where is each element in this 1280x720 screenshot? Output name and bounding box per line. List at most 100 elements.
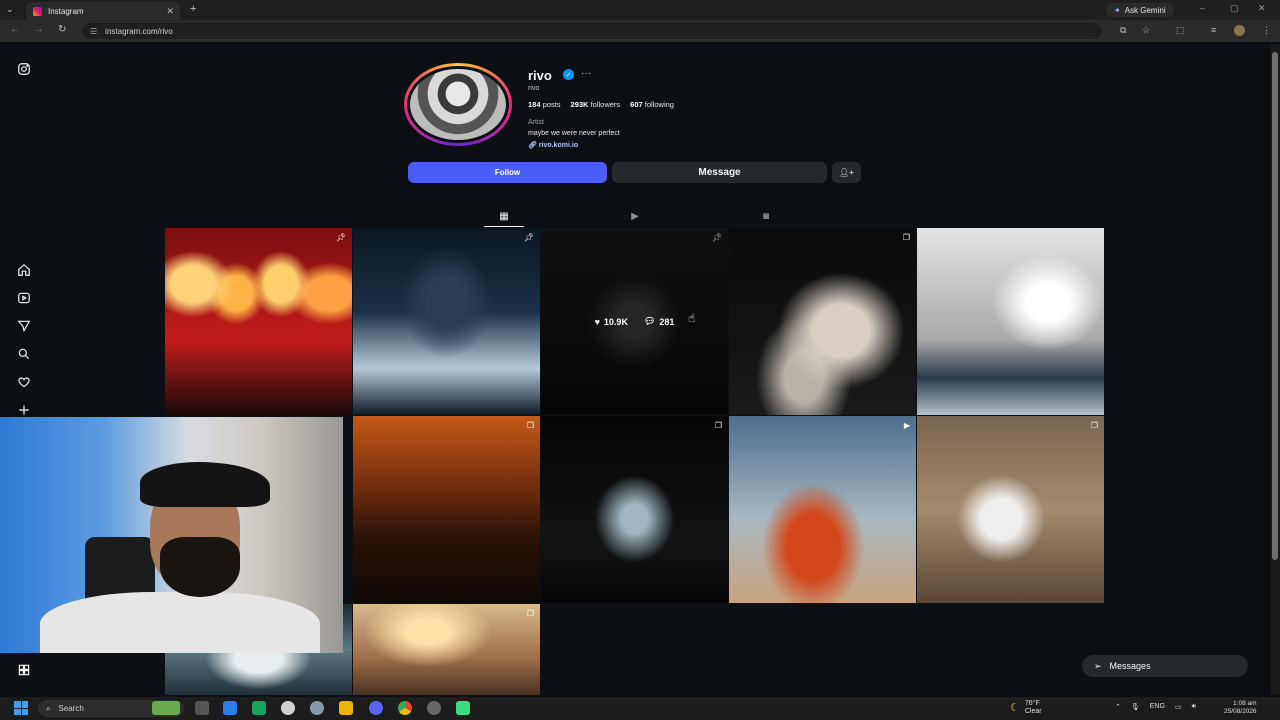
tab-close-icon[interactable]: ✕ [166, 6, 174, 17]
tab-list-chevron-icon[interactable]: ⌄ [6, 4, 14, 15]
reels-icon[interactable] [14, 288, 34, 308]
widget-image-icon[interactable] [152, 701, 180, 715]
profile-full-name: rivo [528, 85, 540, 92]
tab-reels[interactable]: ▶ [627, 208, 643, 224]
search-icon: ⌕ [46, 703, 51, 713]
url-text[interactable]: instagram.com/rivo [105, 27, 173, 36]
heart-icon[interactable] [14, 372, 34, 392]
language-indicator[interactable]: ENG [1150, 703, 1165, 711]
post-tile[interactable] [917, 228, 1104, 415]
install-app-icon[interactable]: ⧉ [1120, 25, 1126, 36]
chrome-icon[interactable] [398, 701, 412, 715]
address-bar[interactable]: ☰ instagram.com/rivo [82, 23, 1102, 39]
tab-tagged[interactable]: ◙ [758, 208, 774, 224]
discord-icon[interactable] [369, 701, 383, 715]
home-icon[interactable] [14, 260, 34, 280]
settings-icon[interactable] [310, 701, 324, 715]
back-icon[interactable]: ← [10, 24, 20, 35]
file-explorer-icon[interactable] [339, 701, 353, 715]
task-view-icon[interactable] [195, 701, 209, 715]
likes-count: ♥ 10.9K [595, 317, 628, 327]
webcam-person-cap [140, 462, 270, 507]
posts-label: posts [542, 100, 561, 109]
post-tile-hovered[interactable]: 📌︎ ♥ 10.9K 💬︎ 281 [541, 228, 728, 415]
window-close-icon[interactable]: ✕ [1258, 3, 1266, 14]
profile-options-icon[interactable]: ··· [581, 68, 591, 79]
volume-icon[interactable]: 🔊︎ [1192, 703, 1196, 711]
tray-chevron-icon[interactable]: ⌃ [1115, 703, 1121, 711]
taskbar-clock[interactable]: 1:08 am 25/08/2026 [1224, 700, 1257, 716]
windows-taskbar: ⌕ Search ☾ 76°F Clear ⌃ 🎙︎ ENG ▭ 🔊︎ 1:08 … [0, 697, 1280, 720]
post-tile[interactable]: 📌︎ [165, 228, 352, 415]
profile-bio: maybe we were never perfect [528, 130, 620, 137]
search-icon[interactable] [14, 344, 34, 364]
forward-icon[interactable]: → [34, 24, 44, 35]
profile-category: Artist [528, 119, 544, 126]
followers-stat[interactable]: 293K followers [571, 100, 621, 109]
restore-icon[interactable]: ▢ [1230, 3, 1239, 14]
scrollbar-thumb[interactable] [1272, 52, 1278, 560]
posts-stat[interactable]: 184 posts [528, 100, 561, 109]
post-tile[interactable]: ❐ [353, 416, 540, 603]
app-icon[interactable] [427, 701, 441, 715]
follow-button[interactable]: Follow [408, 162, 607, 183]
reels-tab-icon: ▶ [631, 210, 639, 222]
send-icon[interactable] [14, 316, 34, 336]
messages-label: Messages [1109, 661, 1151, 671]
browser-tab-bar: ⌄ Instagram ✕ + ✦ Ask Gemini – ▢ ✕ [0, 0, 1280, 20]
ask-gemini-button[interactable]: ✦ Ask Gemini [1106, 3, 1174, 17]
gemini-sparkle-icon: ✦ [1114, 5, 1121, 15]
taskbar-search-label: Search [58, 704, 84, 713]
profile-username: rivo [528, 68, 552, 83]
new-tab-button[interactable]: + [190, 3, 196, 15]
mouse-cursor-icon: ☝︎ [688, 311, 696, 325]
display-icon[interactable]: ▭ [1175, 703, 1182, 711]
profile-link[interactable]: 🔗︎ rivo.komi.io [528, 141, 578, 149]
post-tile[interactable]: ❐ [353, 604, 540, 695]
start-button[interactable] [14, 701, 28, 715]
post-tile[interactable]: ❐ [917, 416, 1104, 603]
message-button[interactable]: Message [612, 162, 827, 183]
site-info-icon[interactable]: ☰ [90, 27, 97, 36]
webcam-person-beard [160, 537, 240, 597]
app-green-icon[interactable] [252, 701, 266, 715]
bookmark-star-icon[interactable]: ☆ [1142, 25, 1150, 36]
app-play-icon[interactable] [456, 701, 470, 715]
browser-menu-icon[interactable]: ⋮ [1262, 25, 1271, 36]
tab-title: Instagram [48, 6, 84, 16]
minimize-icon[interactable]: – [1200, 3, 1205, 13]
heart-filled-icon: ♥ [594, 316, 600, 327]
profile-avatar[interactable] [404, 63, 512, 146]
post-tile[interactable]: ❐ [729, 228, 916, 415]
messages-icon: ➢ [1094, 660, 1102, 671]
browser-tab-instagram[interactable]: Instagram ✕ [26, 2, 180, 20]
reload-icon[interactable]: ↻ [58, 24, 66, 35]
profile-link-text[interactable]: rivo.komi.io [539, 142, 578, 149]
messages-button[interactable]: ➢ Messages [1082, 655, 1248, 677]
extensions-icon[interactable]: ⬚ [1176, 25, 1185, 36]
instagram-icon[interactable] [14, 59, 34, 79]
settings-gear-icon[interactable] [281, 701, 295, 715]
instagram-favicon-icon [33, 6, 42, 16]
weather-widget[interactable]: ☾ 76°F Clear [1010, 700, 1042, 716]
suggested-accounts-button[interactable]: 👤︎+ [832, 162, 861, 183]
likes-value: 10.9K [603, 316, 628, 327]
post-hover-overlay: ♥ 10.9K 💬︎ 281 [541, 228, 728, 415]
grid-icon: ▦ [499, 210, 509, 222]
post-tile[interactable]: 📌︎ [353, 228, 540, 415]
following-stat[interactable]: 607 following [630, 100, 674, 109]
profile-avatar-icon[interactable] [1234, 25, 1245, 36]
tab-posts[interactable]: ▦ [496, 208, 512, 224]
post-tile[interactable]: ❐ [541, 416, 728, 603]
link-icon: 🔗︎ [528, 142, 539, 149]
microphone-icon[interactable]: 🎙︎ [1131, 703, 1140, 711]
pin-icon: 📌︎ [523, 233, 534, 242]
tagged-icon: ◙ [762, 210, 770, 222]
add-person-icon: 👤︎+ [839, 168, 854, 177]
post-tile[interactable]: ▶ [729, 416, 916, 603]
media-icon[interactable]: ≡ [1211, 25, 1216, 35]
more-icon[interactable] [14, 660, 34, 680]
following-label: following [644, 100, 674, 109]
store-icon[interactable] [223, 701, 237, 715]
carousel-icon: ❐ [902, 233, 910, 242]
